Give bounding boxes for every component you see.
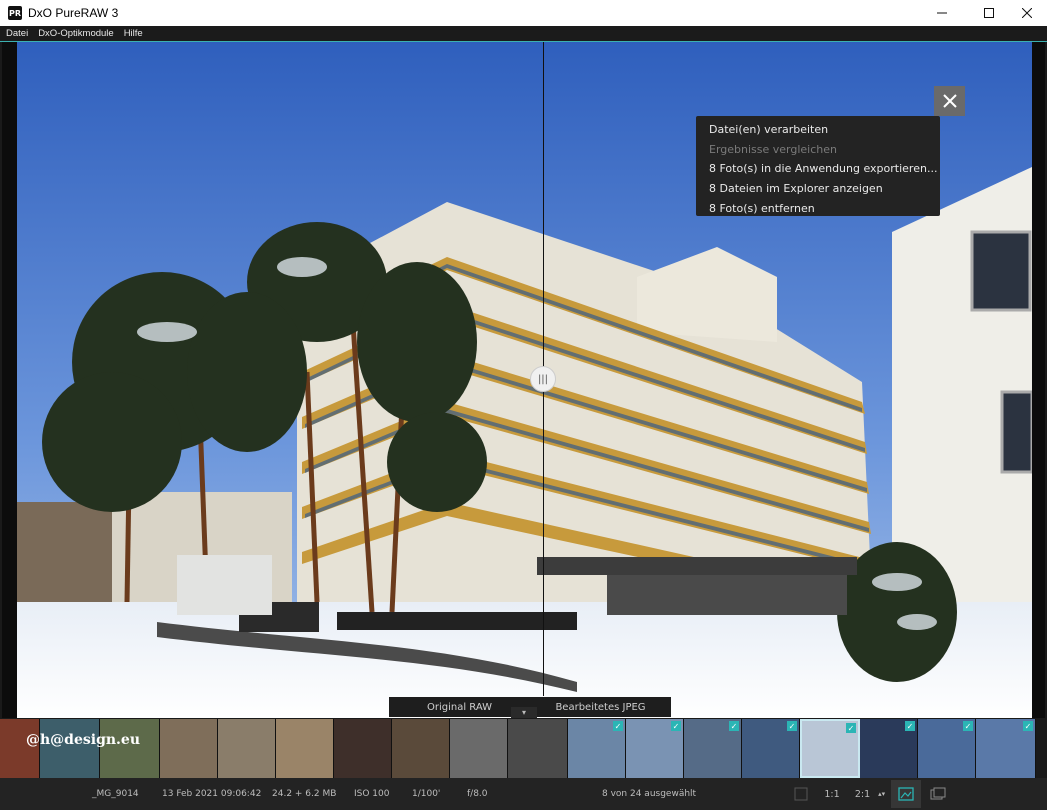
watermark: @h@design.eu — [26, 732, 140, 748]
watermark-text: @h@design.eu — [26, 732, 141, 748]
thumbnail[interactable] — [450, 719, 508, 778]
menu-item-optikmodule[interactable]: DxO-Optikmodule — [38, 28, 114, 39]
filmstrip[interactable]: ✓ ✓ ✓ ✓ ✓ ✓ ✓ ✓ — [0, 719, 1047, 778]
close-icon[interactable] — [1004, 0, 1047, 26]
zoom-level-select[interactable]: 2:1 ▴▾ — [852, 780, 888, 808]
thumbnail[interactable] — [508, 719, 568, 778]
thumbnail[interactable]: ✓ — [684, 719, 742, 778]
thumbnail[interactable]: ✓ — [860, 719, 918, 778]
zoom-level-value: 2:1 — [854, 788, 871, 800]
side-by-side-icon[interactable] — [924, 780, 952, 808]
thumbnail[interactable] — [334, 719, 392, 778]
thumbnail[interactable] — [0, 719, 40, 778]
check-icon[interactable]: ✓ — [671, 721, 681, 731]
check-icon[interactable]: ✓ — [613, 721, 623, 731]
check-icon[interactable]: ✓ — [729, 721, 739, 731]
thumbnail[interactable] — [276, 719, 334, 778]
grip-icon[interactable]: ||| — [530, 366, 556, 392]
thumbnail[interactable] — [40, 719, 100, 778]
thumbnail[interactable] — [160, 719, 218, 778]
menu-item-datei[interactable]: Datei — [6, 28, 28, 39]
menu-remove-photos[interactable]: 8 Foto(s) entfernen — [696, 198, 940, 218]
resize-icon[interactable] — [787, 780, 815, 808]
compare-view-icon[interactable] — [891, 780, 921, 808]
check-icon[interactable]: ✓ — [963, 721, 973, 731]
status-bar: _MG_9014 13 Feb 2021 09:06:42 24.2 + 6.2… — [0, 778, 1047, 810]
window-title: DxO PureRAW 3 — [28, 6, 119, 20]
thumbnail[interactable] — [392, 719, 450, 778]
title-bar: PR DxO PureRAW 3 — [0, 0, 1047, 26]
check-icon[interactable]: ✓ — [846, 723, 856, 733]
status-shutter: 1/100' — [412, 789, 441, 799]
check-icon[interactable]: ✓ — [787, 721, 797, 731]
minimize-icon[interactable] — [919, 0, 965, 26]
context-menu: Datei(en) verarbeiten Ergebnisse verglei… — [696, 116, 940, 216]
thumbnail[interactable]: ✓ — [742, 719, 800, 778]
chevron-down-icon[interactable]: ▾ — [511, 707, 537, 718]
status-iso: ISO 100 — [354, 789, 390, 799]
original-raw-label: Original RAW — [426, 701, 493, 713]
menu-bar: Datei DxO-Optikmodule Hilfe — [0, 26, 1047, 42]
thumbnail-selected[interactable]: ✓ — [800, 719, 860, 778]
close-compare-button[interactable] — [934, 86, 965, 116]
menu-process-files[interactable]: Datei(en) verarbeiten — [696, 120, 940, 140]
menu-item-hilfe[interactable]: Hilfe — [124, 28, 143, 39]
edited-jpeg-label: Bearbeitetes JPEG — [555, 701, 646, 713]
status-aperture: f/8.0 — [467, 789, 488, 799]
check-icon[interactable]: ✓ — [905, 721, 915, 731]
check-icon[interactable]: ✓ — [1023, 721, 1033, 731]
stepper-icon[interactable]: ▴▾ — [878, 790, 885, 798]
menu-compare-results: Ergebnisse vergleichen — [709, 142, 837, 156]
status-size: 24.2 + 6.2 MB — [272, 789, 337, 799]
status-date: 13 Feb 2021 09:06:42 — [162, 789, 262, 799]
thumbnail[interactable]: ✓ — [568, 719, 626, 778]
thumbnail[interactable] — [100, 719, 160, 778]
status-selection: 8 von 24 ausgewählt — [602, 789, 697, 799]
zoom-1-1-button[interactable]: 1:1 — [818, 780, 846, 808]
menu-show-in-explorer[interactable]: 8 Dateien im Explorer anzeigen — [696, 179, 940, 199]
thumbnail[interactable]: ✓ — [626, 719, 684, 778]
thumbnail[interactable]: ✓ — [976, 719, 1036, 778]
thumbnail[interactable] — [218, 719, 276, 778]
app-logo: PR — [8, 6, 22, 20]
menu-export-to-app[interactable]: 8 Foto(s) in die Anwendung exportieren..… — [696, 159, 940, 179]
status-filename: _MG_9014 — [92, 789, 139, 799]
thumbnail[interactable]: ✓ — [918, 719, 976, 778]
